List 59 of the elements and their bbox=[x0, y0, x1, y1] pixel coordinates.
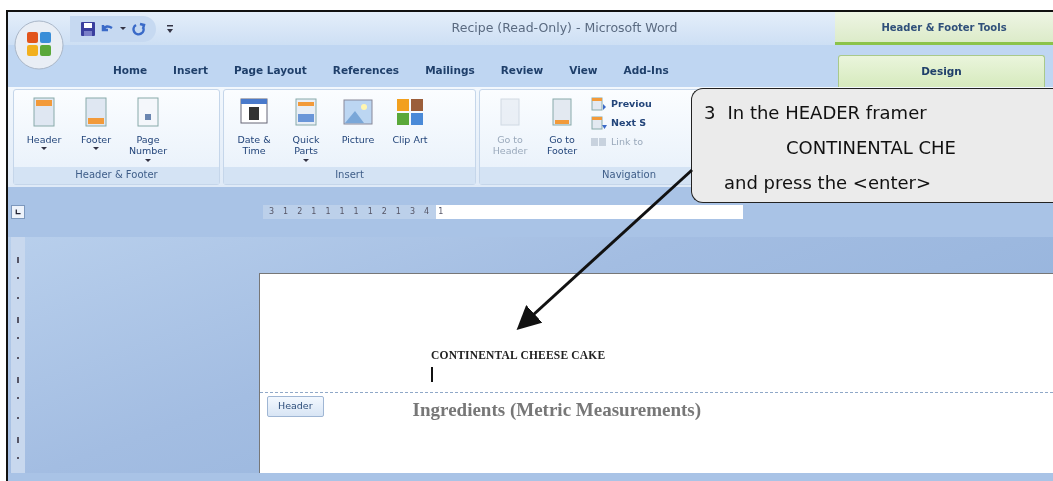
ruler-number: 1 bbox=[283, 206, 289, 218]
contextual-tab-group: Header & Footer Tools bbox=[835, 12, 1053, 45]
callout-text: In the HEADER framer bbox=[727, 102, 927, 123]
ruler-number: 4 bbox=[424, 206, 430, 218]
ribbon-button[interactable]: Picture bbox=[334, 96, 382, 146]
ribbon-button[interactable]: Go to Footer bbox=[538, 96, 586, 157]
step-number: 3 bbox=[704, 102, 716, 123]
ruler-number: 1 bbox=[311, 206, 317, 218]
text-cursor bbox=[431, 367, 433, 383]
callout-text: CONTINENTAL CHE bbox=[786, 136, 956, 161]
caret-icon bbox=[93, 147, 99, 151]
ribbon-tab[interactable]: Review bbox=[487, 55, 557, 87]
caret-icon[interactable] bbox=[120, 27, 126, 30]
previous-page-icon bbox=[590, 96, 608, 112]
ruler-number: 3 bbox=[409, 206, 416, 218]
ribbon-tab[interactable]: Design bbox=[838, 55, 1045, 87]
ruler-number: 1 bbox=[339, 206, 345, 218]
redo-icon[interactable] bbox=[132, 21, 146, 36]
ribbon-button[interactable]: Date & Time bbox=[230, 96, 278, 157]
ribbon-tab[interactable]: Page Layout bbox=[221, 55, 320, 87]
ruler-number: 1 bbox=[395, 206, 401, 218]
ribbon-tab[interactable]: Mailings bbox=[412, 55, 488, 87]
ribbon-tab[interactable]: View bbox=[556, 55, 611, 87]
caret-icon bbox=[303, 158, 309, 162]
ribbon-button[interactable]: Clip Art bbox=[386, 96, 434, 146]
ribbon-button[interactable]: Header bbox=[20, 96, 68, 153]
tab-selector-icon[interactable] bbox=[11, 205, 25, 219]
save-icon[interactable] bbox=[80, 20, 96, 37]
ribbon-button[interactable]: Footer bbox=[72, 96, 120, 153]
group-label: Header & Footer bbox=[14, 167, 219, 184]
ribbon-tab[interactable]: References bbox=[319, 55, 413, 87]
ruler-number: 1 bbox=[325, 206, 331, 218]
ribbon-button[interactable]: Next S bbox=[590, 115, 652, 131]
window-title: Recipe (Read-Only) - Microsoft Word bbox=[450, 19, 678, 38]
caret-icon bbox=[145, 158, 151, 162]
ribbon-button[interactable]: Page Number bbox=[124, 96, 172, 164]
ruler-number: 1 bbox=[367, 206, 373, 218]
customize-caret-icon[interactable] bbox=[166, 23, 174, 34]
ribbon-button[interactable]: Previou bbox=[590, 96, 652, 112]
ribbon-tab[interactable]: Insert bbox=[160, 55, 222, 87]
ribbon-tab[interactable]: Add-Ins bbox=[610, 55, 682, 87]
ruler-number: 1 bbox=[438, 206, 444, 218]
caret-icon bbox=[41, 147, 47, 151]
header-text: CONTINENTAL CHEESE CAKE bbox=[431, 348, 607, 363]
office-button[interactable] bbox=[13, 19, 65, 71]
ruler-number: 2 bbox=[297, 206, 303, 218]
clip-art-icon bbox=[394, 96, 426, 128]
ruler-number: 3 bbox=[269, 206, 275, 218]
document-heading: Ingredients (Metric Measurements) bbox=[412, 398, 702, 423]
horizontal-ruler[interactable]: 3 1 2 1 1 1 1 1 2 1 3 4 1 bbox=[263, 205, 743, 219]
next-page-icon bbox=[590, 115, 608, 131]
header-label: Header bbox=[267, 396, 324, 417]
landscape-picture-icon bbox=[342, 96, 374, 128]
ribbon-button[interactable]: Quick Parts bbox=[282, 96, 330, 164]
ruler-number: 1 bbox=[353, 206, 359, 218]
group-label: Insert bbox=[224, 167, 475, 184]
ruler-number: 2 bbox=[381, 206, 387, 218]
vertical-ruler[interactable] bbox=[11, 237, 25, 473]
ribbon-tab[interactable]: Home bbox=[100, 55, 161, 87]
